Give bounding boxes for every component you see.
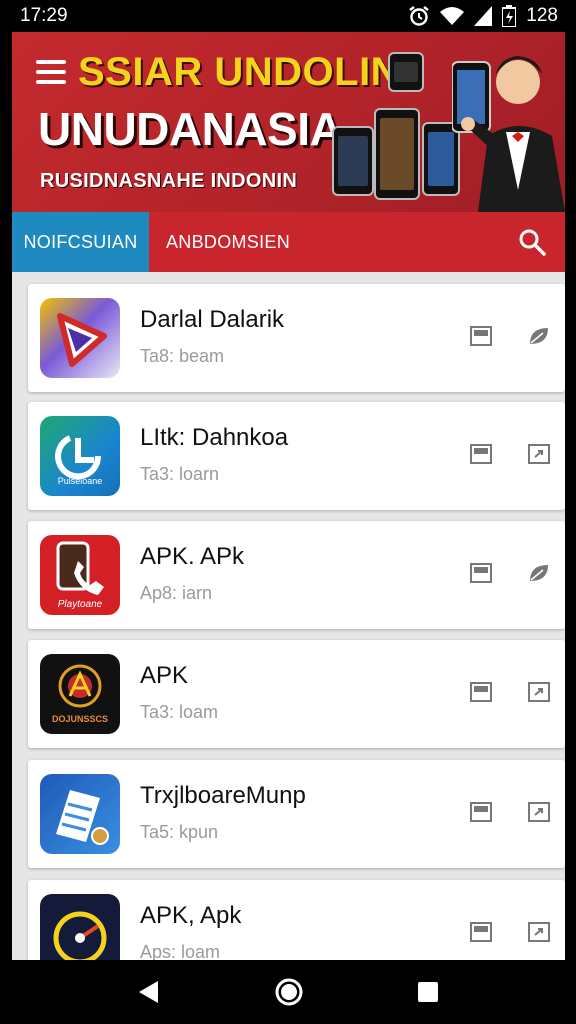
app-name: Darlal Dalarik: [140, 306, 285, 333]
app-name: APK. APk: [140, 543, 245, 570]
save-icon[interactable]: [470, 563, 492, 583]
list-item[interactable]: Pulseloane LItk: Dahnkoa Ta3: loarn: [28, 402, 565, 510]
back-icon[interactable]: [136, 979, 162, 1005]
emblem-icon: DOJUNSSCS: [40, 654, 120, 734]
app-subtitle: Ta3: loarn: [140, 464, 220, 484]
status-battery-text: 128: [526, 5, 558, 26]
recents-icon[interactable]: [416, 980, 440, 1004]
save-icon[interactable]: [470, 922, 492, 942]
status-icons: 128: [408, 5, 558, 27]
play-triangle-icon: [40, 298, 120, 378]
external-icon[interactable]: [528, 802, 550, 822]
home-icon[interactable]: [274, 977, 304, 1007]
app-name: APK, Apk: [140, 902, 242, 929]
document-icon: [40, 774, 120, 854]
status-bar: 17:29 128: [0, 0, 576, 32]
tab-second[interactable]: ANBDOMSIEN: [166, 212, 290, 272]
app-subtitle: Ta3: loam: [140, 702, 219, 722]
app-name: TrxjlboareMunp: [140, 782, 306, 809]
cloud-download-icon: Pulseloane: [40, 416, 120, 496]
save-icon[interactable]: [470, 802, 492, 822]
tab-bar: NOIFCSUIAN ANBDOMSIEN: [12, 212, 565, 272]
app-icon-label: Playtoane: [58, 599, 103, 610]
external-icon[interactable]: [528, 444, 550, 464]
phone-icon: Playtoane: [40, 535, 120, 615]
navigation-bar: [0, 960, 576, 1024]
external-icon[interactable]: [528, 682, 550, 702]
list-item[interactable]: Darlal Dalarik Ta8: beam: [28, 284, 565, 392]
app-name: APK: [140, 662, 189, 689]
banner-subtitle: UNUDANASIA: [38, 103, 343, 155]
app-icon-label: Pulseloane: [58, 476, 103, 486]
search-icon[interactable]: [518, 228, 546, 256]
status-time: 17:29: [20, 5, 68, 26]
presenter-illustration: [452, 56, 565, 212]
app-subtitle: Ta8: beam: [140, 346, 225, 366]
app-name: LItk: Dahnkoa: [140, 424, 289, 451]
save-icon[interactable]: [470, 444, 492, 464]
app-subtitle: Ta5: kpun: [140, 822, 219, 842]
alarm-icon: [409, 6, 430, 26]
leaf-icon[interactable]: [528, 326, 550, 346]
banner: SSIAR UNDOLIN UNUDANASIA RUSIDNASNAHE IN…: [12, 32, 565, 212]
banner-tagline: RUSIDNASNAHE INDONIN: [40, 170, 298, 192]
leaf-icon[interactable]: [528, 563, 550, 583]
wifi-icon: [440, 7, 465, 25]
phones-illustration: [332, 52, 472, 212]
list-item[interactable]: Playtoane APK. APk Ap8: iarn: [28, 521, 565, 629]
save-icon[interactable]: [470, 326, 492, 346]
signal-icon: [474, 6, 493, 26]
battery-icon: [502, 5, 517, 27]
list-item[interactable]: TrxjlboareMunp Ta5: kpun: [28, 760, 565, 868]
external-icon[interactable]: [528, 922, 550, 942]
list-item[interactable]: DOJUNSSCS APK Ta3: loam: [28, 640, 565, 748]
save-icon[interactable]: [470, 682, 492, 702]
tab-active[interactable]: NOIFCSUIAN: [12, 212, 149, 272]
app-subtitle: Ap8: iarn: [140, 583, 213, 603]
app-icon-label: DOJUNSSCS: [52, 714, 108, 724]
menu-icon[interactable]: [36, 60, 66, 86]
